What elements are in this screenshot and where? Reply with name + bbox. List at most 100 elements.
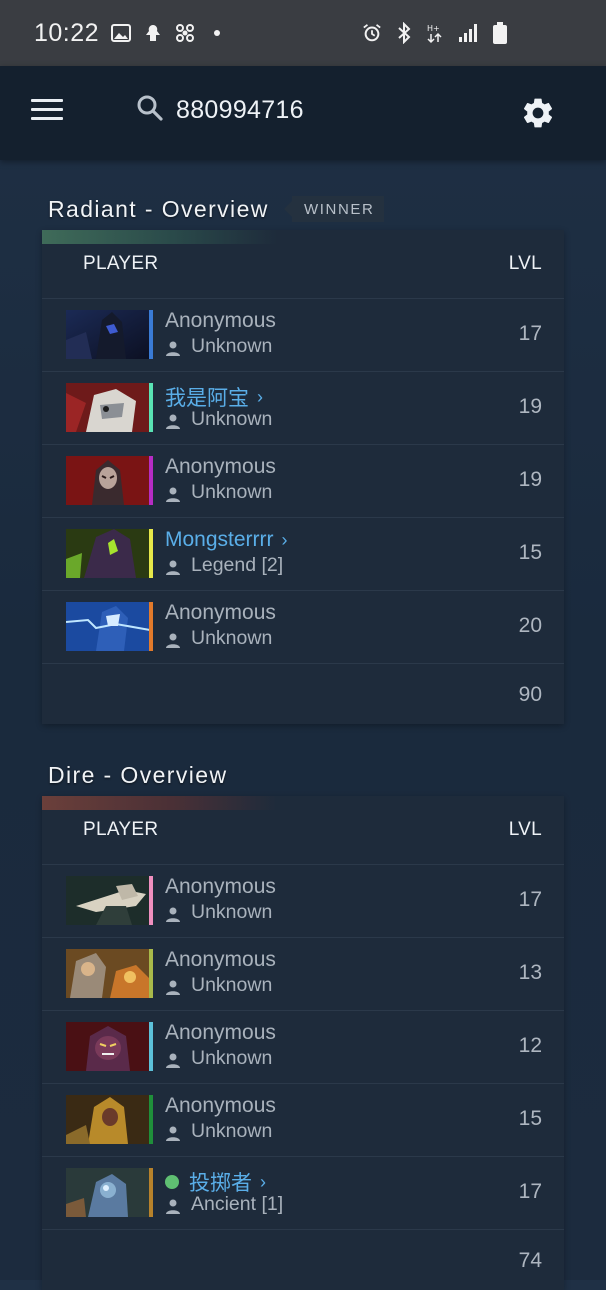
rank-text: Legend [2] [191,554,284,576]
player-color-stripe [149,602,153,651]
person-icon [165,1051,181,1068]
status-time: 10:22 [34,18,100,47]
dire-section-title: Dire - Overview [48,762,228,788]
rank-text: Unknown [191,974,273,996]
hero-portrait [66,456,150,505]
player-name-text: Anonymous [165,601,276,624]
person-icon [165,485,181,502]
player-column-header: PLAYER [83,819,159,840]
menu-icon-line [31,99,63,102]
image-icon [111,23,132,43]
player-rank: Unknown [165,901,272,924]
search-bar[interactable]: 880994716 [136,94,304,127]
player-color-stripe [149,1022,153,1071]
hero-portrait [66,949,150,998]
player-name-text[interactable]: Mongsterrrr [165,528,274,552]
rank-text: Unknown [191,901,273,923]
player-level: 17 [518,1180,542,1203]
player-name: Anonymous [165,601,276,625]
player-rank: Unknown [165,335,272,358]
player-level: 19 [518,468,542,491]
person-icon [165,905,181,922]
player-color-stripe [149,529,153,578]
player-row[interactable]: 投掷者 › Ancient [1] 17 [42,1157,564,1230]
dot-icon [207,23,227,43]
player-color-stripe [149,876,153,925]
settings-gear-icon[interactable] [520,95,556,136]
player-row[interactable]: Anonymous Unknown 20 [42,591,564,664]
player-row[interactable]: 我是阿宝 › Unknown 19 [42,372,564,445]
hero-portrait [66,876,150,925]
network-hplus-icon: H+ [426,23,446,44]
menu-button[interactable] [31,99,63,123]
hero-portrait [66,1168,150,1217]
player-rank: Unknown [165,1120,272,1143]
rank-text: Unknown [191,408,273,430]
player-level: 12 [518,1034,542,1057]
chevron-right-icon: › [257,386,263,407]
rank-text: Unknown [191,1047,273,1069]
player-rank: Unknown [165,627,272,650]
player-color-stripe [149,1168,153,1217]
person-icon [165,1197,181,1214]
dire-overview-card: PLAYER LVL Anonymous Unknown 17 Anonymou… [42,796,564,1290]
online-status-icon [165,1175,179,1189]
radiant-overview-card: PLAYER LVL Anonymous Unknown 17 我是阿宝 › Un… [42,230,564,724]
player-rank: Unknown [165,481,272,504]
search-icon[interactable] [136,94,164,127]
player-row[interactable]: Anonymous Unknown 15 [42,1084,564,1157]
player-name: Anonymous [165,455,276,479]
app-bar: 880994716 [0,66,606,160]
bluetooth-icon [394,22,414,44]
player-level: 17 [518,888,542,911]
player-row[interactable]: Anonymous Unknown 19 [42,445,564,518]
hero-portrait [66,1022,150,1071]
rank-text: Unknown [191,481,273,503]
player-name-text: Anonymous [165,875,276,898]
player-name-text: Anonymous [165,309,276,332]
player-row[interactable]: Anonymous Unknown 13 [42,938,564,1011]
player-row[interactable]: Anonymous Unknown 17 [42,865,564,938]
player-level: 19 [518,395,542,418]
radiant-section-title: Radiant - Overview [48,196,269,222]
alarm-icon [362,23,382,43]
player-name-text: Anonymous [165,455,276,478]
battery-icon [490,22,510,44]
total-level: 74 [518,1249,542,1272]
app-notification-icon [143,23,163,43]
hero-portrait [66,1095,150,1144]
player-color-stripe [149,456,153,505]
player-row[interactable]: Anonymous Unknown 17 [42,299,564,372]
player-color-stripe [149,949,153,998]
status-bar: 10:22 H+ [0,0,606,66]
player-name: Anonymous [165,1094,276,1118]
rank-text: Unknown [191,1120,273,1142]
player-name: Anonymous [165,875,276,899]
player-rank: Unknown [165,408,272,431]
signal-icon [458,23,478,43]
player-name-text: Anonymous [165,1094,276,1117]
player-row[interactable]: Anonymous Unknown 12 [42,1011,564,1084]
winner-badge: WINNER [283,196,385,222]
player-color-stripe [149,310,153,359]
player-name: Anonymous [165,948,276,972]
radiant-table-header: PLAYER LVL [42,230,564,299]
person-icon [165,412,181,429]
player-row[interactable]: Mongsterrrr › Legend [2] 15 [42,518,564,591]
player-name-text: Anonymous [165,1021,276,1044]
search-query[interactable]: 880994716 [176,96,304,125]
player-name-link[interactable]: Mongsterrrr › [165,528,288,552]
hero-portrait [66,529,150,578]
chevron-right-icon: › [281,529,288,550]
player-rank: Legend [2] [165,554,283,577]
menu-icon-line [31,108,63,111]
person-icon [165,978,181,995]
person-icon [165,1124,181,1141]
player-rank: Unknown [165,1047,272,1070]
player-rank: Unknown [165,974,272,997]
player-level: 20 [518,614,542,637]
player-column-header: PLAYER [83,253,159,274]
player-rank: Ancient [1] [165,1193,283,1216]
level-column-header: LVL [508,253,542,274]
player-level: 15 [518,1107,542,1130]
